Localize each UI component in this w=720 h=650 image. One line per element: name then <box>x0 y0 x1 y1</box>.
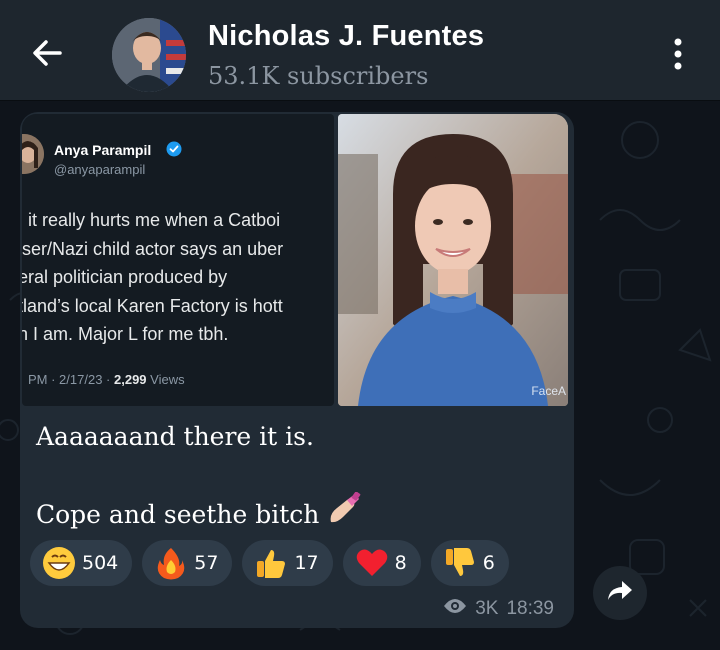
photo-watermark: FaceA <box>531 384 566 398</box>
tweet-metadata: PM · 2/17/23 · 2,299 Views <box>28 372 185 387</box>
message-meta: 3K 18:39 <box>443 598 554 620</box>
reaction-count: 57 <box>194 552 219 574</box>
caption-line: Aaaaaaand there it is. <box>36 422 314 451</box>
tweet-line: eral politician produced by <box>22 267 228 287</box>
message-time: 18:39 <box>506 598 554 619</box>
view-count: 3K <box>475 598 499 619</box>
portrait-photo[interactable]: FaceA <box>338 114 568 406</box>
caption-line: Cope and seethe bitch <box>36 499 320 529</box>
channel-avatar[interactable] <box>112 18 186 92</box>
thumbs-up-icon <box>254 546 288 580</box>
message-caption: Aaaaaaand there it is. Cope and seethe b… <box>36 418 363 536</box>
reaction-thumbs-up[interactable]: 17 <box>242 540 333 586</box>
reaction-grinning[interactable]: 504 <box>30 540 133 586</box>
tweet-screenshot-image[interactable]: Anya Parampil @anyaparampil , it really … <box>22 114 334 406</box>
tweet-author-name: Anya Parampil <box>54 142 152 158</box>
fire-icon <box>154 546 188 580</box>
reactions-bar: 504 57 17 8 6 <box>30 540 509 586</box>
reaction-fire[interactable]: 57 <box>142 540 233 586</box>
tweet-line: iser/Nazi child actor says an uber <box>22 238 284 259</box>
tweet-line: n I am. Major L for me tbh. <box>22 324 229 344</box>
tweet-author-handle: @anyaparampil <box>54 162 146 177</box>
tweet-line: , it really hurts me when a Catboi <box>22 210 281 230</box>
message-bubble[interactable]: Anya Parampil @anyaparampil , it really … <box>20 112 574 628</box>
chat-header: Nicholas J. Fuentes 53.1K subscribers <box>0 0 720 100</box>
reaction-thumbs-down[interactable]: 6 <box>430 540 509 586</box>
subscriber-count: 53.1K subscribers <box>208 62 429 90</box>
forward-button[interactable] <box>593 566 647 620</box>
tweet-line: tland’s local Karen Factory is hott <box>22 295 283 316</box>
reaction-count: 8 <box>394 552 407 574</box>
eye-icon <box>443 598 467 620</box>
tweet-body: , it really hurts me when a Catboi iser/… <box>22 206 334 349</box>
thumbs-down-icon <box>443 546 477 580</box>
share-arrow-icon <box>606 579 634 608</box>
channel-title[interactable]: Nicholas J. Fuentes <box>208 20 484 53</box>
tweet-time-date: PM · 2/17/23 · <box>28 372 111 387</box>
red-heart-icon <box>355 546 389 580</box>
tweet-views-count: 2,299 <box>114 372 147 387</box>
tweet-author-avatar <box>22 134 44 174</box>
reaction-heart[interactable]: 8 <box>342 540 421 586</box>
grinning-face-icon <box>42 546 76 580</box>
more-options-icon[interactable] <box>664 34 692 74</box>
reaction-count: 504 <box>82 552 119 574</box>
verified-badge-icon <box>166 141 182 157</box>
nail-polish-emoji-icon <box>327 491 363 536</box>
reaction-count: 6 <box>482 552 495 574</box>
tweet-views-label: Views <box>150 372 185 387</box>
back-arrow-icon[interactable] <box>22 28 72 78</box>
reaction-count: 17 <box>294 552 319 574</box>
